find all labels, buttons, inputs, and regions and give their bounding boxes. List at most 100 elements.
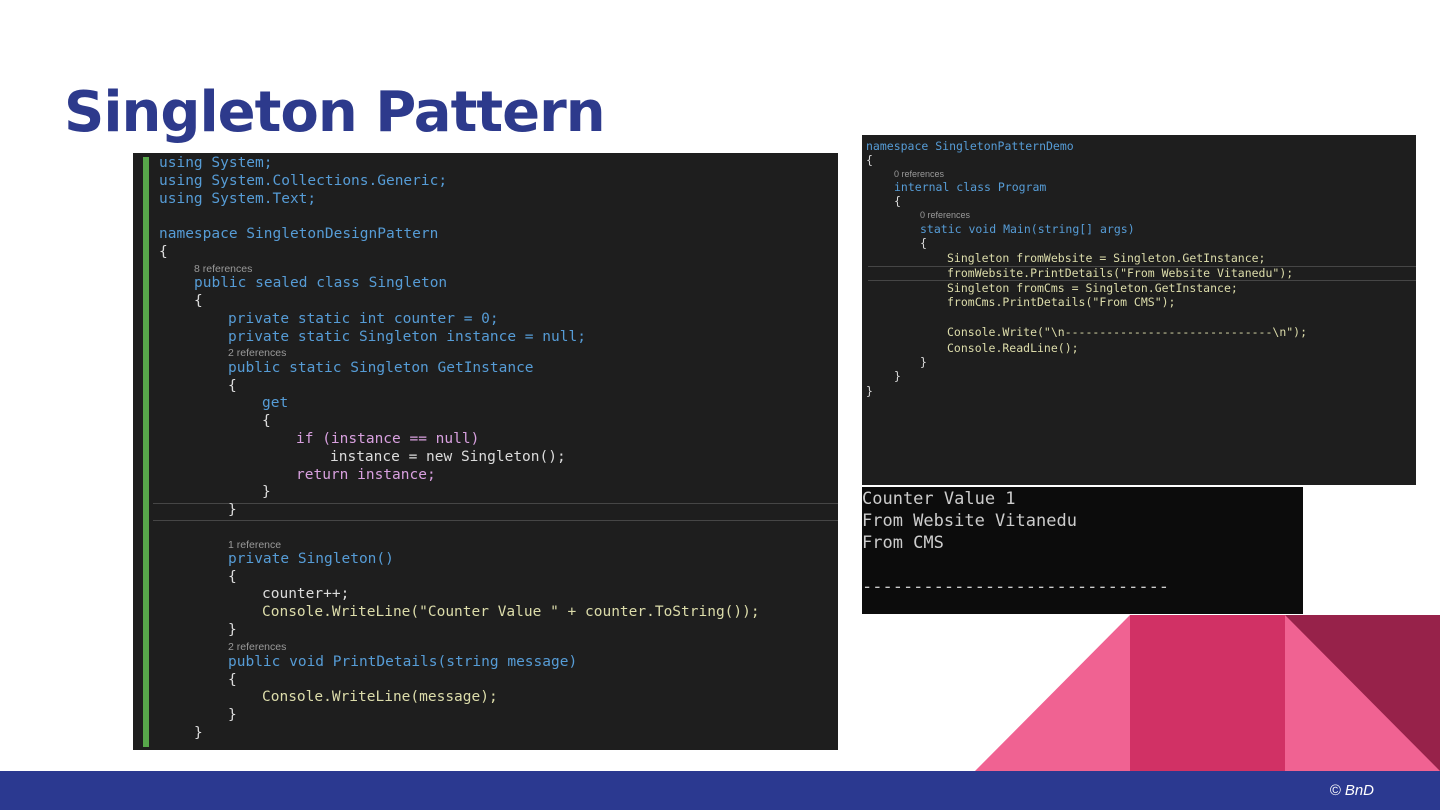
code-text: Console.WriteLine(message); [262,689,498,705]
code-line: { [194,293,203,309]
console-line: From CMS [862,533,944,553]
code-text: public sealed class Singleton [194,275,448,291]
code-line: get [262,395,288,411]
code-line: namespace SingletonPatternDemo [866,139,1074,153]
code-text: 0 references [894,169,945,179]
code-lens-references[interactable]: 1 reference [228,539,281,551]
console-line: Counter Value 1 [862,489,1016,509]
code-line: private Singleton() [228,551,394,567]
code-text: Console.ReadLine(); [947,341,1079,355]
code-text: public void PrintDetails(string message) [228,654,578,670]
code-line: instance = new Singleton(); [330,449,566,465]
code-line: public static Singleton GetInstance [228,360,534,376]
code-lens-references[interactable]: 0 references [894,169,944,179]
code-text: using System.Collections.Generic; [159,173,448,189]
code-line: using System.Text; [159,191,316,207]
code-text: Singleton fromWebsite = Singleton.GetIns… [947,251,1266,265]
code-text: get [262,395,289,411]
code-line: Console.Write("\n-----------------------… [947,325,1307,339]
code-line: Singleton fromWebsite = Singleton.GetIns… [947,251,1266,265]
code-text: } [228,707,237,723]
code-text: } [894,369,901,383]
code-line: Console.WriteLine(message); [262,689,498,705]
code-text: namespace SingletonPatternDemo [866,139,1074,153]
code-text: counter++; [262,586,350,602]
code-text: 2 references [228,641,287,653]
code-text: fromWebsite.PrintDetails("From Website V… [947,266,1294,280]
code-text: 1 reference [228,539,282,551]
code-line: { [920,236,927,250]
code-line: return instance; [296,467,436,483]
code-text: Singleton fromCms = Singleton.GetInstanc… [947,281,1238,295]
code-line: public sealed class Singleton [194,275,447,291]
code-text: { [866,153,873,167]
code-text: { [228,672,237,688]
code-text: 8 references [194,263,253,275]
code-line: private static Singleton instance = null… [228,329,586,345]
code-line: if (instance == null) [296,431,479,447]
code-text: } [194,725,203,741]
code-line: { [228,569,237,585]
code-text: if (instance == null) [296,431,480,447]
code-text: { [920,236,927,250]
code-line: internal class Program [894,180,1046,194]
code-text: static void Main(string[] args) [920,222,1135,236]
code-text: private Singleton() [228,551,394,567]
code-line: { [866,153,873,167]
footer-bar [0,771,1440,810]
code-text: } [262,484,271,500]
code-line: } [894,369,901,383]
code-line: public void PrintDetails(string message) [228,654,577,670]
console-line: ------------------------------ [862,577,1170,597]
change-indicator-bar [143,157,149,747]
code-line: private static int counter = 0; [228,311,499,327]
console-output: Counter Value 1 From Website Vitanedu Fr… [862,487,1303,614]
code-text: 0 references [920,210,971,220]
code-text: } [228,622,237,638]
code-lens-references[interactable]: 0 references [920,210,970,220]
program-main-code: namespace SingletonPatternDemo { 0 refer… [862,135,1416,485]
code-line: { [262,413,271,429]
code-text: instance = new Singleton(); [330,449,566,465]
code-line: } [228,502,237,518]
copyright-text: © BnD [1329,782,1374,799]
console-line: From Website Vitanedu [862,511,1077,531]
code-line: { [894,194,901,208]
code-line: Singleton fromCms = Singleton.GetInstanc… [947,281,1238,295]
code-lens-references[interactable]: 8 references [194,263,252,275]
code-line: static void Main(string[] args) [920,222,1135,236]
code-text: { [159,244,168,260]
code-line: Console.WriteLine("Counter Value " + cou… [262,604,760,620]
code-line: } [920,355,927,369]
code-line: fromWebsite.PrintDetails("From Website V… [947,266,1293,280]
code-lens-references[interactable]: 2 references [228,347,286,359]
code-text: Console.Write("\n-----------------------… [947,325,1308,339]
current-line-highlight [153,503,838,504]
code-line: } [228,622,237,638]
code-line: } [194,725,203,741]
code-text: { [228,378,237,394]
code-text: private static int counter = 0; [228,311,499,327]
code-text: } [228,502,237,518]
code-text: private static Singleton instance = null… [228,329,586,345]
singleton-class-code: using System; using System.Collections.G… [133,153,838,750]
code-line: Console.ReadLine(); [947,341,1079,355]
code-line: fromCms.PrintDetails("From CMS"); [947,295,1175,309]
code-text: return instance; [296,467,436,483]
code-text: } [866,384,873,398]
code-text: Console.WriteLine("Counter Value " + cou… [262,604,760,620]
code-line: { [228,378,237,394]
code-text: using System.Text; [159,191,317,207]
code-line: namespace SingletonDesignPattern [159,226,438,242]
code-text: 2 references [228,347,287,359]
code-line: using System.Collections.Generic; [159,173,447,189]
code-text: namespace SingletonDesignPattern [159,226,439,242]
code-text: fromCms.PrintDetails("From CMS"); [947,295,1176,309]
code-lens-references[interactable]: 2 references [228,641,286,653]
page-title: Singleton Pattern [64,80,606,145]
current-line-highlight-bottom [153,520,838,521]
code-line: } [228,707,237,723]
code-text: } [920,355,927,369]
code-text: internal class Program [894,180,1047,194]
code-line: using System; [159,155,273,171]
